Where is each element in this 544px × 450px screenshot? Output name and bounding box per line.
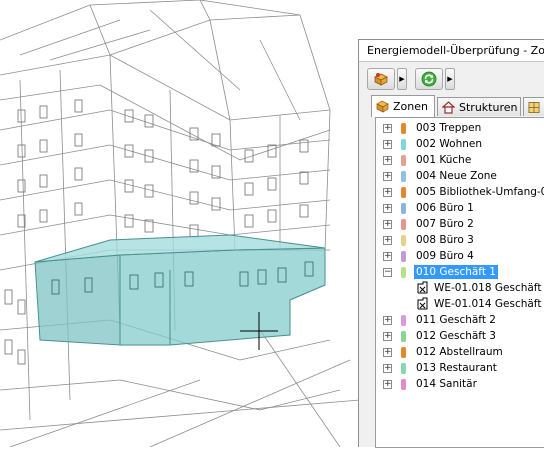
tree-zone-item[interactable]: +011 Geschäft 2 bbox=[376, 312, 544, 328]
zone-color-swatch bbox=[401, 315, 406, 326]
room-zone-icon bbox=[417, 297, 428, 310]
zone-label: 005 Bibliothek-Umfang-04 bbox=[416, 186, 544, 198]
zone-label: 003 Treppen bbox=[416, 122, 482, 134]
tree-zone-item[interactable]: − 010 Geschäft 1 bbox=[376, 264, 544, 280]
zone-tree: +003 Treppen +002 Wohnen +001 Küche +004 Ne… bbox=[375, 117, 544, 448]
zone-color-swatch bbox=[401, 123, 406, 134]
tree-zone-item[interactable]: +005 Bibliothek-Umfang-04 bbox=[376, 184, 544, 200]
refresh-button[interactable] bbox=[415, 68, 443, 90]
zone-label: 012 Geschäft 3 bbox=[416, 330, 496, 342]
tree-zone-item[interactable]: +013 Restaurant bbox=[376, 360, 544, 376]
tree-zone-item[interactable]: +012 Abstellraum bbox=[376, 344, 544, 360]
zone-color-swatch bbox=[401, 347, 406, 358]
zone-label: 001 Küche bbox=[416, 154, 472, 166]
expand-icon[interactable]: + bbox=[383, 156, 392, 165]
tab-zonen-label: Zonen bbox=[393, 100, 428, 113]
tree-room-item[interactable]: WE-01.014 Geschäft bbox=[376, 296, 544, 312]
tree-zone-item[interactable]: +004 Neue Zone bbox=[376, 168, 544, 184]
zone-model-button[interactable] bbox=[367, 68, 395, 90]
zone-color-swatch bbox=[401, 251, 406, 262]
tab-strukturen-label: Strukturen bbox=[459, 100, 518, 114]
zone-label: 013 Restaurant bbox=[416, 362, 497, 374]
zone-label: 007 Büro 2 bbox=[416, 218, 474, 230]
zone-color-swatch bbox=[401, 267, 406, 278]
expand-icon[interactable]: + bbox=[383, 252, 392, 261]
zone-color-swatch bbox=[401, 187, 406, 198]
expand-icon[interactable]: + bbox=[383, 188, 392, 197]
tree-zone-item[interactable]: +009 Büro 4 bbox=[376, 248, 544, 264]
expand-icon[interactable]: + bbox=[383, 236, 392, 245]
zone-icon bbox=[376, 100, 389, 113]
zone-label: 006 Büro 1 bbox=[416, 202, 474, 214]
expand-icon[interactable]: + bbox=[383, 172, 392, 181]
tree-zone-item[interactable]: +014 Sanitär bbox=[376, 376, 544, 392]
zone-label: 008 Büro 3 bbox=[416, 234, 474, 246]
zone-model-menu-arrow[interactable]: ▶ bbox=[397, 68, 407, 90]
expand-icon[interactable]: + bbox=[383, 204, 392, 213]
openings-icon bbox=[528, 101, 540, 113]
zone-label: 002 Wohnen bbox=[416, 138, 482, 150]
zone-color-swatch bbox=[401, 155, 406, 166]
expand-icon[interactable]: + bbox=[383, 332, 392, 341]
tree-zone-item[interactable]: +001 Küche bbox=[376, 152, 544, 168]
expand-icon[interactable]: + bbox=[383, 348, 392, 357]
tree-room-item[interactable]: WE-01.018 Geschäft bbox=[376, 280, 544, 296]
zone-color-swatch bbox=[401, 171, 406, 182]
house-icon bbox=[442, 100, 455, 114]
refresh-menu-arrow[interactable]: ▶ bbox=[445, 68, 455, 90]
zone-color-swatch bbox=[401, 363, 406, 374]
tree-zone-item[interactable]: +006 Büro 1 bbox=[376, 200, 544, 216]
tab-strukturen[interactable]: Strukturen bbox=[437, 97, 521, 116]
zone-color-swatch bbox=[401, 139, 406, 150]
panel-title[interactable]: Energiemodell-Überprüfung - Zonen bbox=[359, 40, 544, 62]
tree-zone-item[interactable]: +008 Büro 3 bbox=[376, 232, 544, 248]
zone-label: 010 Geschäft 1 bbox=[414, 265, 498, 279]
zone-label: 004 Neue Zone bbox=[416, 170, 497, 182]
tree-zone-item[interactable]: +003 Treppen bbox=[376, 120, 544, 136]
tree-zone-item[interactable]: +012 Geschäft 3 bbox=[376, 328, 544, 344]
zone-color-swatch bbox=[401, 203, 406, 214]
selected-zone-volume bbox=[34, 234, 326, 346]
room-label: WE-01.014 Geschäft bbox=[434, 298, 542, 310]
panel-tabs: Zonen Strukturen bbox=[365, 95, 544, 117]
expand-icon[interactable]: + bbox=[383, 140, 392, 149]
expand-icon[interactable]: + bbox=[383, 220, 392, 229]
zone-color-swatch bbox=[401, 219, 406, 230]
zone-label: 014 Sanitär bbox=[416, 378, 477, 390]
zone-color-swatch bbox=[401, 331, 406, 342]
tree-zone-item[interactable]: +007 Büro 2 bbox=[376, 216, 544, 232]
zone-label: 009 Büro 4 bbox=[416, 250, 474, 262]
zone-model-icon bbox=[374, 73, 388, 86]
energy-model-review-panel: Energiemodell-Überprüfung - Zonen ▶ ▶ bbox=[358, 39, 544, 448]
tab-openings[interactable] bbox=[523, 97, 544, 116]
collapse-icon[interactable]: − bbox=[383, 268, 392, 277]
tree-zone-item[interactable]: +002 Wohnen bbox=[376, 136, 544, 152]
refresh-icon bbox=[421, 71, 437, 87]
tab-zonen[interactable]: Zonen bbox=[371, 95, 435, 117]
zone-label: 011 Geschäft 2 bbox=[416, 314, 496, 326]
expand-icon[interactable]: + bbox=[383, 364, 392, 373]
expand-icon[interactable]: + bbox=[383, 124, 392, 133]
zone-color-swatch bbox=[401, 379, 406, 390]
room-zone-icon bbox=[417, 281, 428, 294]
expand-icon[interactable]: + bbox=[383, 316, 392, 325]
zone-label: 012 Abstellraum bbox=[416, 346, 503, 358]
room-label: WE-01.018 Geschäft bbox=[434, 282, 542, 294]
zone-color-swatch bbox=[401, 235, 406, 246]
expand-icon[interactable]: + bbox=[383, 380, 392, 389]
